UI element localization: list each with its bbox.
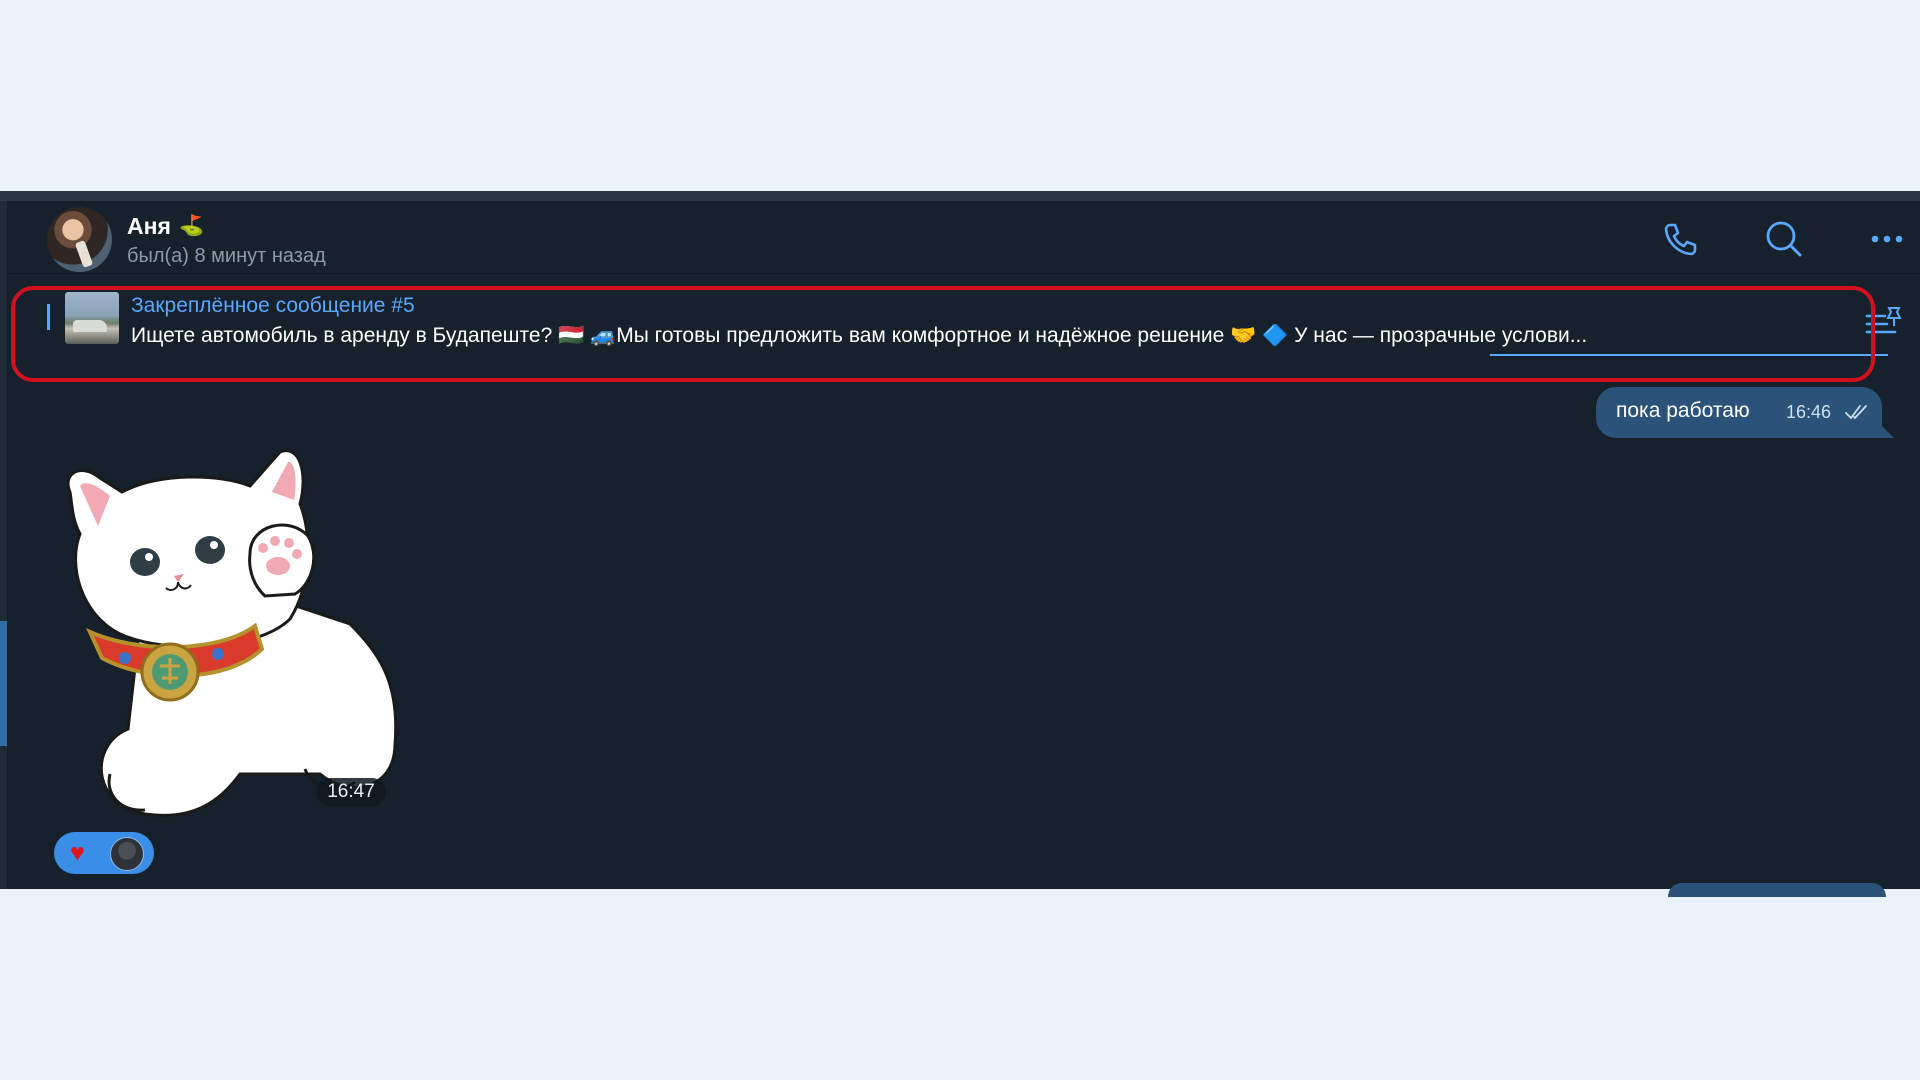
pinned-thumbnail [65, 292, 119, 344]
contact-name[interactable]: Аня [127, 213, 171, 240]
pinned-text: Ищете автомобиль в аренду в Будапеште? 🇭… [131, 324, 1588, 347]
pinned-indicator [47, 304, 50, 330]
phone-icon [1664, 223, 1697, 256]
status-emoji-icon: ⛳ [179, 215, 204, 237]
double-check-icon [1845, 405, 1867, 420]
message-time: 16:46 [1786, 402, 1832, 422]
heart-reaction-icon: ♥ [70, 839, 85, 867]
search-button[interactable] [1762, 217, 1806, 261]
outgoing-message[interactable]: пока работаю 16:46 [1596, 387, 1882, 438]
more-dots-icon [1871, 235, 1903, 243]
call-button[interactable] [1658, 217, 1702, 261]
pinned-message-bar[interactable]: Закреплённое сообщение #5 Ищете автомоби… [7, 274, 1920, 358]
chat-header: Аня ⛳ был(а) 8 минут назад [7, 201, 1920, 274]
next-outgoing-message[interactable] [1668, 883, 1886, 897]
search-icon [1766, 221, 1802, 257]
reaction-pill[interactable]: ♥ [54, 832, 154, 874]
active-chat-indicator [0, 621, 7, 746]
chat-list-edge [0, 201, 7, 889]
window-top-border [0, 191, 1920, 201]
contact-avatar[interactable] [47, 207, 112, 272]
more-button[interactable] [1865, 217, 1909, 261]
pinned-list-icon[interactable] [1865, 304, 1905, 340]
lucky-cat-sticker[interactable] [50, 444, 410, 826]
pinned-title: Закреплённое сообщение #5 [131, 294, 415, 317]
reactor-avatar [110, 837, 144, 871]
sticker-time: 16:47 [316, 778, 386, 806]
pinned-progress-line [1490, 354, 1888, 356]
message-text: пока работаю [1616, 399, 1750, 422]
contact-last-seen: был(а) 8 минут назад [127, 245, 326, 267]
